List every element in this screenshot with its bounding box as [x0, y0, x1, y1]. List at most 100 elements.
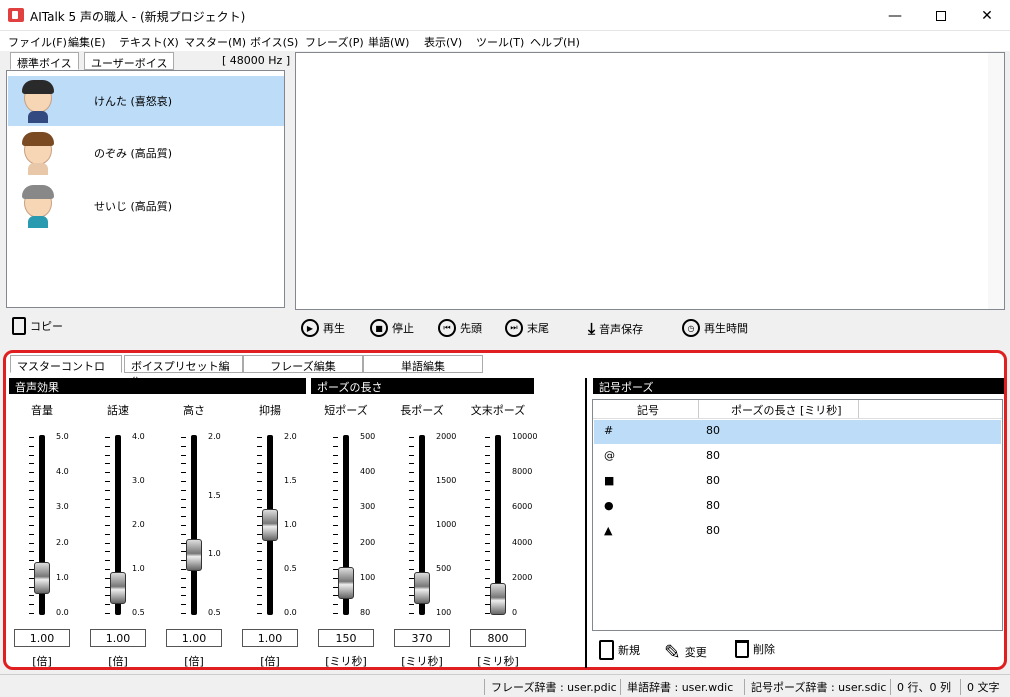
slider-label: 短ポーズ [324, 404, 368, 417]
sample-rate: [ 48000 Hz ] [222, 54, 291, 67]
column-header-symbol[interactable]: 記号 [637, 402, 659, 418]
slider-scale-label: 2000 [512, 572, 533, 582]
slider-thumb[interactable] [490, 582, 506, 615]
slider-thumb[interactable] [110, 572, 126, 605]
copy-button[interactable]: コピー [12, 317, 63, 335]
tail-button[interactable]: ⏭ 末尾 [505, 319, 549, 337]
slider-value-input[interactable]: 1.00 [166, 629, 222, 647]
length-cell: 80 [706, 499, 720, 512]
new-document-icon [599, 640, 614, 660]
slider-label: 抑揚 [259, 404, 281, 417]
save-audio-button[interactable]: ⤓ 音声保存 [588, 319, 643, 339]
menu-text[interactable]: テキスト(X) [119, 34, 179, 50]
voice-item-nozomi[interactable]: のぞみ (高品質) [8, 128, 284, 178]
slider-scale-label: 100 [436, 608, 452, 617]
slider-thumb[interactable] [414, 572, 430, 605]
slider-scale-label: 10000 [512, 432, 538, 441]
section-voice-effects: 音声効果 [9, 378, 306, 394]
tab-phrase-edit[interactable]: フレーズ編集 [243, 355, 363, 373]
voice-name: せいじ (高品質) [94, 200, 173, 213]
slider-scale-label: 8000 [512, 467, 533, 477]
slider-value-input[interactable]: 370 [394, 629, 450, 647]
head-button[interactable]: ⏮ 先頭 [438, 319, 482, 337]
tail-label: 末尾 [527, 322, 549, 335]
slider-scale-label: 1.5 [208, 490, 221, 500]
status-position: 0 行、0 列 [890, 679, 951, 695]
slider-value-input[interactable]: 1.00 [242, 629, 298, 647]
slider-ticks [181, 437, 189, 614]
menu-word[interactable]: 単語(W) [368, 34, 409, 50]
menu-view[interactable]: 表示(V) [424, 34, 462, 50]
length-cell: 80 [706, 449, 720, 462]
slider-label: 文末ポーズ [470, 404, 526, 417]
menu-file[interactable]: ファイル(F) [8, 34, 67, 50]
voice-item-kenta[interactable]: けんた (喜怒哀) [8, 76, 284, 126]
delete-button[interactable]: 削除 [735, 640, 775, 658]
menu-master[interactable]: マスター(M) [184, 34, 246, 50]
slider-scale-label: 0 [512, 608, 518, 617]
tab-voice-preset[interactable]: ボイスプリセット編集 [124, 355, 243, 389]
edit-button[interactable]: ✎ 変更 [664, 640, 707, 664]
slider-value-input[interactable]: 150 [318, 629, 374, 647]
symbol-pause-table: 記号 ポーズの長さ [ミリ秒] # 80 @ 80 ■ 80 ● 80 ▲ 80 [592, 399, 1003, 631]
slider-scale-label: 2.0 [284, 432, 297, 441]
tab-standard-voice[interactable]: 標準ボイス [10, 52, 79, 70]
maximize-button[interactable] [918, 0, 964, 31]
title-bar: AITalk 5 声の職人 - (新規プロジェクト) — ✕ [0, 0, 1010, 31]
voice-item-seiji[interactable]: せいじ (高品質) [8, 181, 284, 231]
slider-scale-label: 3.0 [132, 476, 145, 485]
slider-scale-label: 2.0 [56, 537, 69, 547]
new-button[interactable]: 新規 [599, 640, 640, 660]
play-time-button[interactable]: ◷ 再生時間 [682, 319, 748, 337]
table-row[interactable]: # 80 [594, 420, 1001, 444]
slider-unit-label: [倍] [108, 655, 128, 668]
tab-user-voice[interactable]: ユーザーボイス [84, 52, 175, 70]
slider-scale-label: 100 [360, 572, 376, 582]
table-row[interactable]: ● 80 [594, 495, 1001, 519]
tab-master-control[interactable]: マスターコントロール [10, 355, 122, 389]
slider-value-input[interactable]: 1.00 [14, 629, 70, 647]
close-button[interactable]: ✕ [964, 0, 1010, 31]
maximize-icon [936, 10, 946, 21]
slider-thumb[interactable] [34, 561, 50, 594]
slider-label: 音量 [31, 404, 53, 417]
slider-scale-label: 2.0 [208, 432, 221, 441]
slider-thumb[interactable] [338, 567, 354, 600]
column-header-length[interactable]: ポーズの長さ [ミリ秒] [731, 402, 842, 418]
table-row[interactable]: @ 80 [594, 445, 1001, 469]
text-editor[interactable] [295, 52, 1005, 310]
avatar [14, 131, 62, 175]
play-button[interactable]: ▶ 再生 [301, 319, 345, 337]
tab-word-edit[interactable]: 単語編集 [363, 355, 483, 373]
slider-scale-label: 1.5 [284, 476, 297, 485]
slider-label: 長ポーズ [400, 404, 444, 417]
pencil-icon: ✎ [664, 640, 681, 664]
slider-scale-label: 4.0 [132, 432, 145, 441]
menu-voice[interactable]: ボイス(S) [250, 34, 298, 50]
voice-name: けんた (喜怒哀) [94, 95, 173, 108]
minimize-button[interactable]: — [872, 0, 918, 31]
editor-scrollbar[interactable] [988, 53, 1004, 309]
download-icon: ⤓ [588, 319, 596, 338]
slider-thumb[interactable] [262, 509, 278, 541]
stop-button[interactable]: ■ 停止 [370, 319, 414, 337]
slider-value-input[interactable]: 800 [470, 629, 526, 647]
slider-scale-label: 0.0 [56, 608, 69, 617]
menu-help[interactable]: ヘルプ(H) [530, 34, 580, 50]
slider-value-input[interactable]: 1.00 [90, 629, 146, 647]
menu-edit[interactable]: 編集(E) [68, 34, 106, 50]
slider-track[interactable] [191, 435, 197, 615]
slider-thumb[interactable] [186, 538, 202, 571]
menu-tool[interactable]: ツール(T) [476, 34, 524, 50]
delete-label: 削除 [753, 643, 775, 656]
time-label: 再生時間 [704, 322, 748, 335]
table-row[interactable]: ■ 80 [594, 470, 1001, 494]
close-icon: ✕ [981, 7, 993, 24]
slider-unit-label: [倍] [32, 655, 52, 668]
stop-icon: ■ [370, 319, 388, 337]
edit-label: 変更 [684, 646, 707, 659]
table-row[interactable]: ▲ 80 [594, 520, 1001, 544]
slider-scale-label: 80 [360, 608, 371, 617]
menu-phrase[interactable]: フレーズ(P) [305, 34, 364, 50]
slider-scale-label: 1.0 [56, 572, 69, 582]
